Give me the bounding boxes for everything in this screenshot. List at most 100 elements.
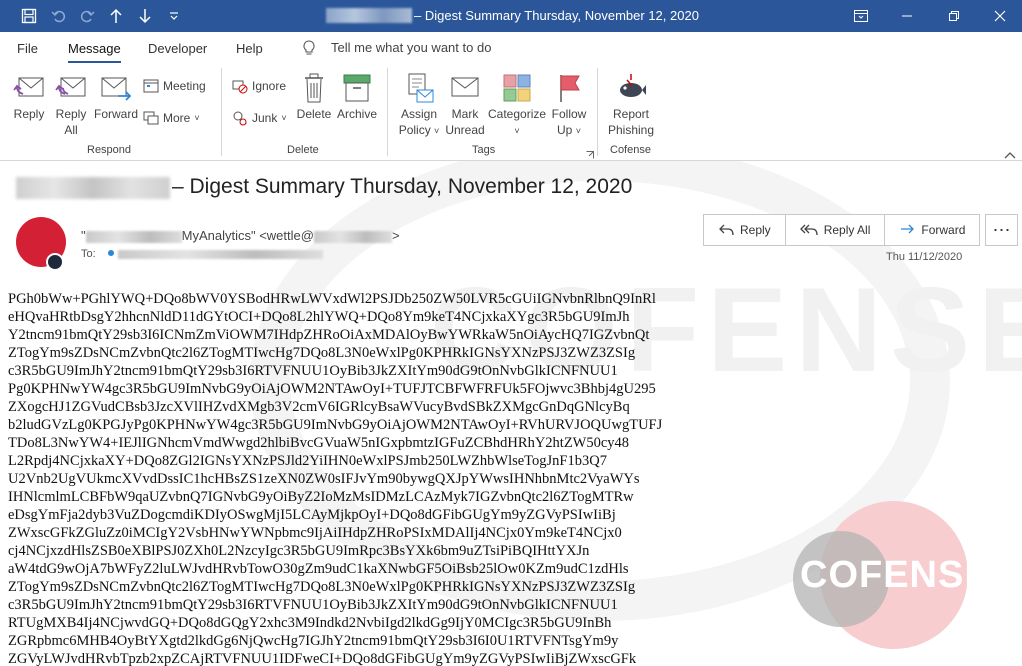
body-line: cj4NCjxzdHlsZSB0eXBlPSJ0ZXh0L2NzcyIgc3R5… [8, 543, 590, 559]
minimize-icon[interactable] [884, 0, 930, 32]
title-bar: – Digest Summary Thursday, November 12, … [0, 0, 1022, 32]
inline-reply-label: Reply [740, 223, 771, 237]
body-line: c3R5bGU9ImJhY2tncm91bmQtY29sb3I6RTVFNUU1… [8, 597, 618, 613]
report-phishing-button[interactable]: Report Phishing [604, 72, 658, 138]
delete-label: Delete [296, 107, 332, 121]
message-subject: – Digest Summary Thursday, November 12, … [172, 175, 633, 198]
meeting-button[interactable]: Meeting [143, 78, 206, 94]
archive-icon [343, 74, 371, 102]
chevron-down-icon: ˅ [514, 126, 520, 136]
tell-me-search[interactable]: Tell me what you want to do [331, 40, 491, 55]
mark-unread-label-2: Unread [445, 123, 485, 137]
group-tags-label: Tags [472, 144, 496, 156]
ignore-label: Ignore [252, 79, 287, 93]
ribbon: Reply Reply All Forward Meeting More ˅ R… [0, 64, 1022, 161]
tab-message[interactable]: Message [68, 41, 121, 63]
body-line: ZXogcHJ1ZGVudCBsb3JzcXVlIHZvdXMgb3V2cmV6… [8, 399, 630, 415]
inline-reply-all-label: Reply All [823, 223, 871, 237]
body-line: c3R5bGU9ImJhY2tncm91bmQtY29sb3I6RTVFNUU1… [8, 363, 618, 379]
body-line: RTUgMXB4Ij4NCjwvdGQ+DQo8dGQgY2xhc3M9Indk… [8, 615, 612, 631]
junk-icon [233, 111, 247, 126]
inline-reply-all-button[interactable]: Reply All [786, 215, 886, 245]
mark-unread-button[interactable]: Mark Unread [443, 72, 487, 138]
ellipsis-icon: ⋯ [992, 219, 1011, 240]
chevron-down-icon: ˅ [281, 113, 287, 123]
archive-label: Archive [336, 107, 377, 121]
body-line: TDo8L3NwYW4+IEJlIGNhcmVmdWwgd2hlbiBvcGVu… [8, 435, 630, 451]
presence-badge [46, 253, 64, 271]
subject-redacted [16, 177, 170, 199]
restore-ribbon-icon[interactable] [838, 0, 884, 32]
body-line: U2Vnb2UgVUkmcXVvdDssIC1hcHBsZS1zeXN0ZW0s… [8, 471, 640, 487]
down-arrow-icon[interactable] [134, 6, 156, 26]
flag-icon [560, 75, 580, 102]
inline-reply-button[interactable]: Reply [704, 215, 786, 245]
mark-unread-icon [451, 77, 479, 97]
reply-label: Reply [13, 107, 45, 121]
up-arrow-icon[interactable] [105, 6, 127, 26]
tab-developer[interactable]: Developer [148, 41, 207, 56]
presence-dot [107, 250, 114, 256]
more-actions-button[interactable]: ⋯ [985, 214, 1018, 246]
recipient-line[interactable]: To: [81, 248, 323, 260]
reading-pane: COFENSE COFENSE – Digest Summary Thursda… [0, 161, 1022, 666]
sender-suffix: > [391, 228, 400, 243]
recipient-redacted [117, 249, 323, 259]
customize-icon[interactable] [163, 6, 185, 26]
junk-label: Junk [252, 111, 278, 125]
categorize-icon [503, 74, 531, 102]
maximize-icon[interactable] [931, 0, 977, 32]
assign-policy-label-1: Assign [400, 107, 438, 121]
reply-arrow-icon [719, 224, 734, 236]
tab-help[interactable]: Help [236, 41, 263, 56]
follow-up-label-1: Follow [551, 107, 587, 121]
message-date: Thu 11/12/2020 [886, 251, 963, 263]
body-line: eHQvaHRtbDsgY2hhcnNldD11dGYtOCI+DQo8L2hl… [8, 309, 630, 325]
report-phishing-label-2: Phishing [607, 123, 655, 137]
archive-button[interactable]: Archive [335, 72, 379, 122]
sender-line[interactable]: " MyAnalytics" <wettle@ > [81, 228, 400, 243]
forward-icon [101, 77, 132, 101]
body-line: Y2tncm91bmQtY29sb3I6ICNmZmViOWM7IHdpZHRo… [8, 327, 650, 343]
reply-all-label-2: All [64, 123, 78, 137]
categorize-label: Categorize [488, 107, 547, 121]
follow-up-button[interactable]: Follow Up ˅ [547, 72, 591, 139]
body-line: aW4tdG9wOjA7bWFyZ2luLWJvdHRvbTowO30gZm9u… [8, 561, 629, 577]
close-icon[interactable] [977, 0, 1022, 32]
reply-button[interactable]: Reply [10, 72, 48, 122]
reply-all-button[interactable]: Reply All [52, 72, 90, 138]
group-divider [221, 68, 222, 156]
message-actions: Reply Reply All Forward [703, 214, 981, 246]
inline-forward-label: Forward [921, 223, 966, 237]
title-redacted [326, 8, 412, 23]
assign-policy-button[interactable]: Assign Policy ˅ [396, 72, 442, 139]
delete-button[interactable]: Delete [294, 72, 334, 122]
lightbulb-icon [302, 40, 316, 59]
undo-icon[interactable] [48, 6, 70, 26]
inline-forward-button[interactable]: Forward [885, 215, 979, 245]
tab-file[interactable]: File [17, 41, 38, 56]
message-body: PGh0bWw+PGhlYWQ+DQo8bWV0YSBodHRwLWVxdWl2… [8, 290, 662, 666]
forward-button[interactable]: Forward [93, 72, 139, 122]
sender-redacted [85, 230, 182, 243]
more-respond-button[interactable]: More ˅ [143, 110, 200, 126]
save-icon[interactable] [18, 6, 40, 26]
junk-button[interactable]: Junk ˅ [232, 110, 287, 126]
body-line: ZGVyLWJvdHRvbTpzb2xpZCAjRTVFNUU1IDFweCI+… [8, 651, 637, 666]
meeting-icon [143, 79, 159, 93]
ignore-button[interactable]: Ignore [232, 78, 286, 94]
body-line: IHNlcmlmLCBFbW9qaUZvbnQ7IGNvbG9yOiByZ2Io… [8, 489, 634, 505]
more-icon [143, 111, 159, 125]
group-divider [597, 68, 598, 156]
reply-all-arrow-icon [799, 224, 818, 236]
chevron-down-icon: ˅ [194, 113, 200, 123]
meeting-label: Meeting [163, 79, 206, 93]
redo-icon[interactable] [76, 6, 98, 26]
body-line: ZWxscGFkZGluZz0iMCIgY2VsbHNwYWNpbmc9IjAi… [8, 525, 622, 541]
assign-policy-icon [408, 73, 434, 103]
group-delete-label: Delete [287, 144, 319, 156]
group-cofense-label: Cofense [610, 144, 651, 156]
reply-all-icon [55, 77, 86, 97]
report-phishing-label-1: Report [612, 107, 650, 121]
categorize-button[interactable]: Categorize ˅ [488, 72, 546, 139]
